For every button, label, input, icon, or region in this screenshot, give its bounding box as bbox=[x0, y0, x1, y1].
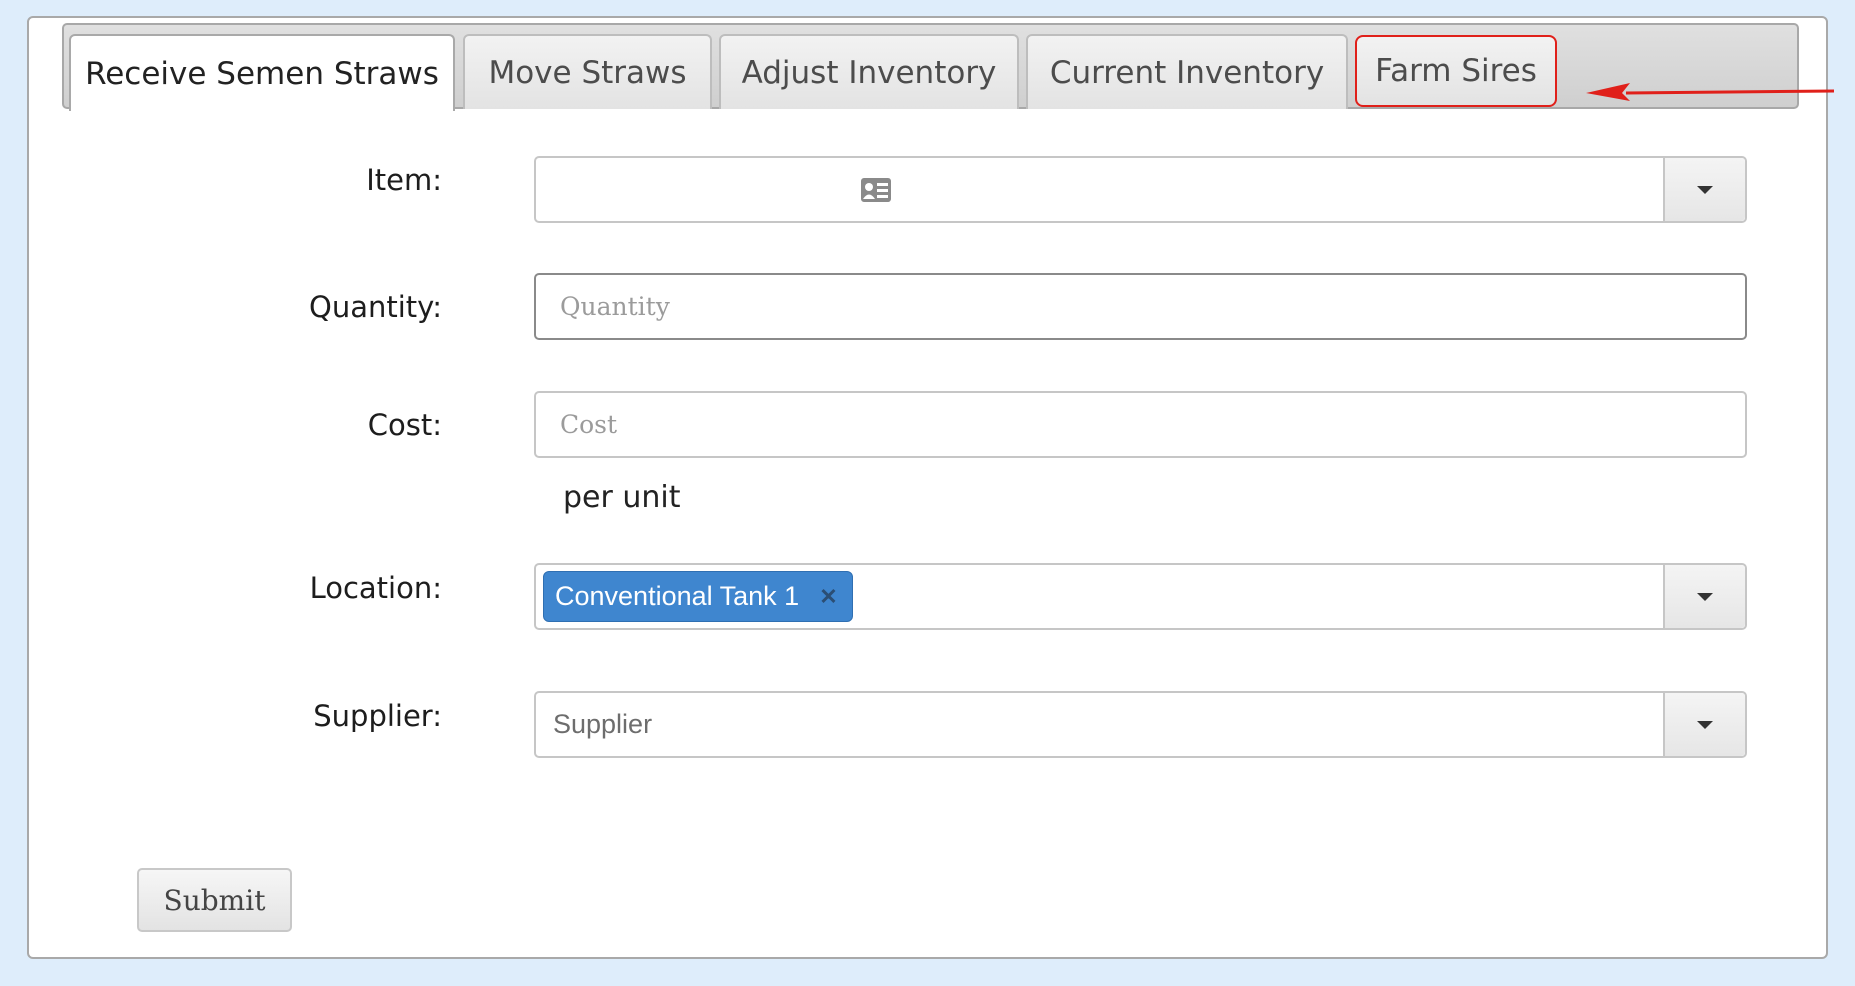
caret-down-icon bbox=[1697, 185, 1713, 194]
location-label: Location: bbox=[309, 571, 442, 605]
red-arrow-annotation bbox=[1586, 83, 1835, 101]
caret-down-icon bbox=[1697, 592, 1713, 601]
tab-bar: Receive Semen Straws Move Straws Adjust … bbox=[62, 23, 1799, 111]
form-panel: Receive Semen Straws Move Straws Adjust … bbox=[27, 16, 1835, 959]
item-dropdown-button[interactable] bbox=[1663, 158, 1745, 221]
tab-receive-semen-straws[interactable]: Receive Semen Straws bbox=[69, 34, 455, 111]
supplier-placeholder: Supplier bbox=[553, 709, 653, 739]
cost-unit-suffix: per unit bbox=[563, 480, 681, 515]
cost-field[interactable] bbox=[534, 391, 1747, 458]
quantity-input[interactable] bbox=[536, 275, 1745, 338]
tab-current-inventory[interactable]: Current Inventory bbox=[1026, 34, 1348, 109]
tab-move-straws[interactable]: Move Straws bbox=[463, 34, 712, 109]
tab-farm-sires[interactable]: Farm Sires bbox=[1355, 35, 1557, 107]
location-select[interactable]: Conventional Tank 1 ✕ bbox=[534, 563, 1747, 630]
tab-adjust-inventory[interactable]: Adjust Inventory bbox=[719, 34, 1019, 109]
submit-button[interactable]: Submit bbox=[137, 868, 292, 932]
quantity-label: Quantity: bbox=[309, 290, 442, 324]
location-tag-label: Conventional Tank 1 bbox=[555, 581, 800, 611]
location-dropdown-button[interactable] bbox=[1663, 565, 1745, 628]
supplier-dropdown-button[interactable] bbox=[1663, 693, 1745, 756]
item-label: Item: bbox=[366, 163, 442, 197]
cost-label: Cost: bbox=[367, 408, 442, 442]
supplier-select[interactable]: Supplier bbox=[534, 691, 1747, 758]
contact-card-icon bbox=[861, 178, 891, 202]
quantity-field[interactable] bbox=[534, 273, 1747, 340]
caret-down-icon bbox=[1697, 720, 1713, 729]
supplier-label: Supplier: bbox=[313, 699, 442, 733]
remove-tag-icon[interactable]: ✕ bbox=[819, 584, 837, 610]
location-tag: Conventional Tank 1 ✕ bbox=[543, 571, 853, 622]
cost-input[interactable] bbox=[536, 393, 1745, 456]
item-select[interactable] bbox=[534, 156, 1747, 223]
